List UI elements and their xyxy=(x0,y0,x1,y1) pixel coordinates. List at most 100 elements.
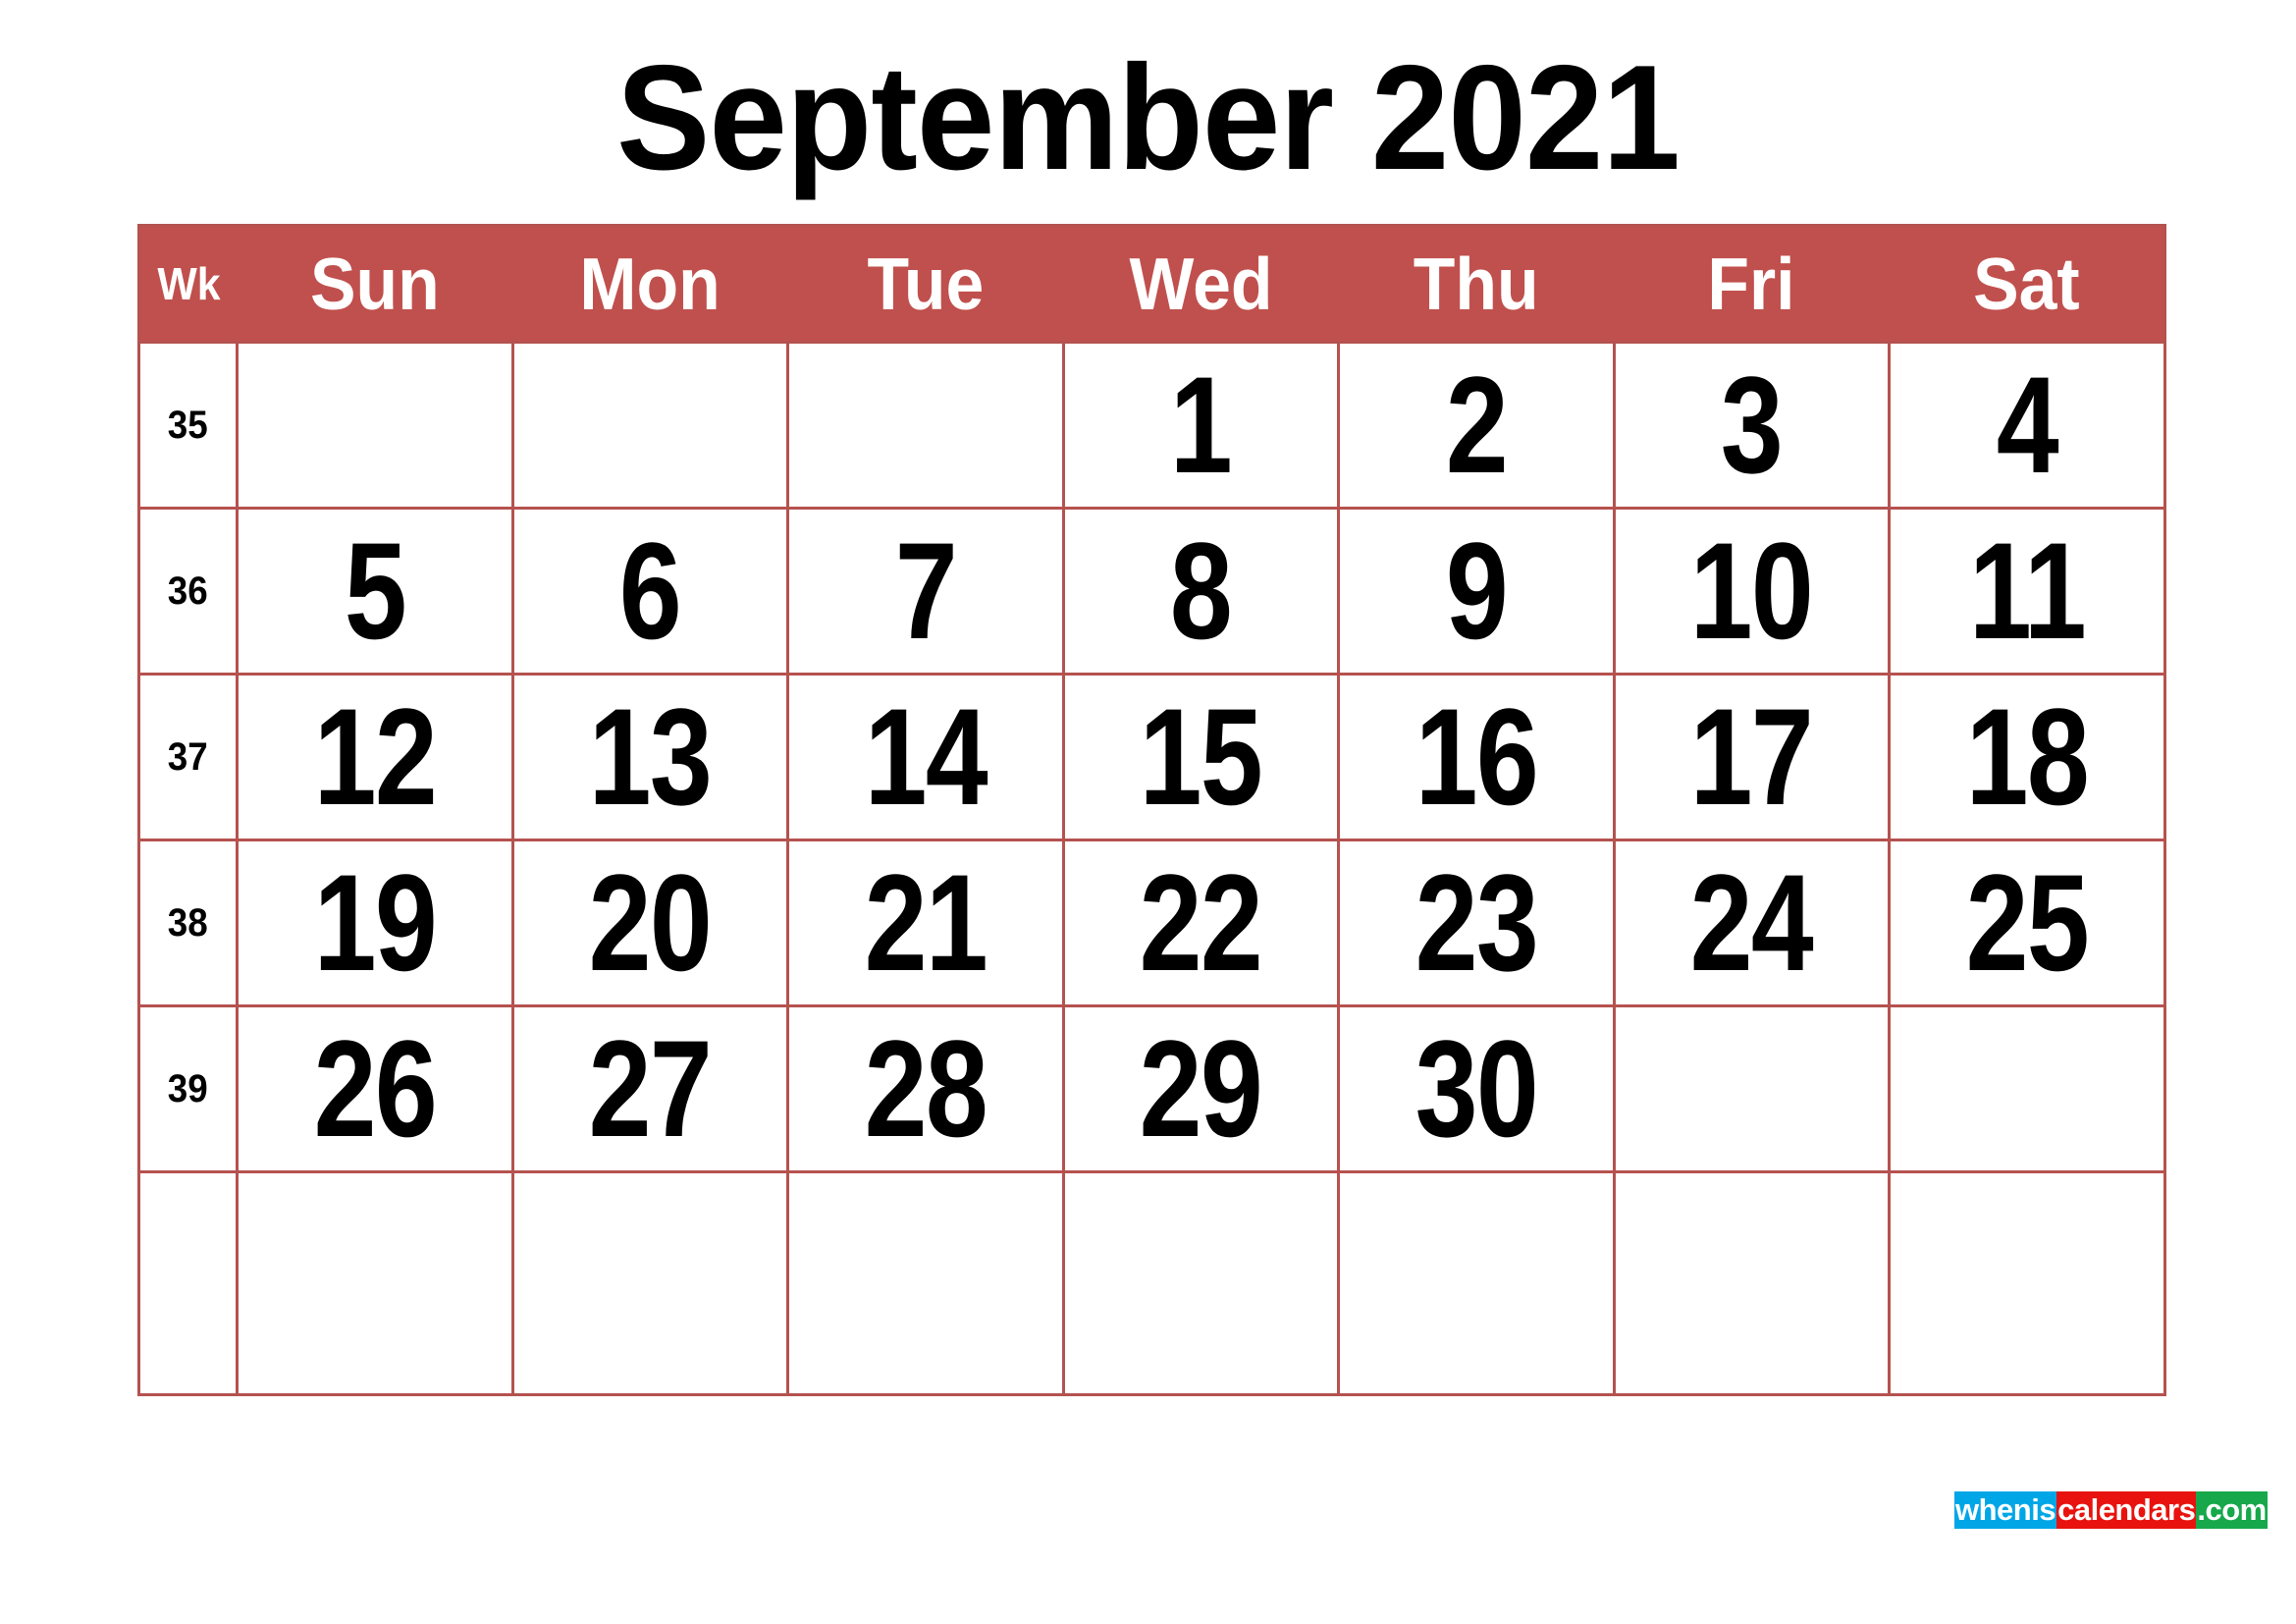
day-cell[interactable]: 1 xyxy=(1061,341,1340,510)
day-cell[interactable]: 25 xyxy=(1888,839,2166,1007)
day-cell[interactable]: 26 xyxy=(236,1004,514,1173)
day-number: 20 xyxy=(589,845,713,1000)
day-cell[interactable]: 20 xyxy=(510,839,789,1007)
watermark-part-com: .com xyxy=(2196,1491,2268,1529)
day-cell[interactable]: 16 xyxy=(1337,673,1616,841)
day-cell[interactable]: 19 xyxy=(236,839,514,1007)
day-header-label: Tue xyxy=(867,243,985,325)
day-header-fri: Fri xyxy=(1614,225,1890,343)
week-number-cell xyxy=(137,1170,239,1396)
day-cell[interactable]: 12 xyxy=(236,673,514,841)
day-cell[interactable] xyxy=(236,341,514,510)
day-cell[interactable]: 10 xyxy=(1612,507,1891,676)
day-header-mon: Mon xyxy=(512,225,788,343)
day-cell[interactable] xyxy=(786,1170,1065,1396)
day-cell[interactable]: 27 xyxy=(510,1004,789,1173)
day-number: 11 xyxy=(1968,514,2087,668)
day-cell[interactable] xyxy=(786,341,1065,510)
day-cell[interactable]: 6 xyxy=(510,507,789,676)
day-number: 16 xyxy=(1415,679,1539,834)
watermark-part-whenis: whenis xyxy=(1954,1491,2057,1529)
day-cell[interactable]: 22 xyxy=(1061,839,1340,1007)
day-cell[interactable] xyxy=(1337,1170,1616,1396)
day-cell[interactable]: 7 xyxy=(786,507,1065,676)
day-number: 2 xyxy=(1445,348,1509,502)
day-number: 12 xyxy=(313,679,438,834)
week-row: 37 12 13 14 15 16 17 18 xyxy=(137,673,2166,841)
day-number: 30 xyxy=(1415,1011,1539,1165)
week-number-cell: 35 xyxy=(137,341,239,510)
day-cell[interactable]: 14 xyxy=(786,673,1065,841)
day-header-label: Mon xyxy=(579,243,721,325)
week-column-header-label: Wk xyxy=(157,258,221,309)
week-number-cell: 37 xyxy=(137,673,239,841)
week-number: 36 xyxy=(168,568,208,613)
day-number: 19 xyxy=(313,845,438,1000)
day-of-week-row: Wk Sun Mon Tue Wed Thu Fri Sat xyxy=(138,225,2164,343)
day-cell[interactable]: 8 xyxy=(1061,507,1340,676)
week-number: 38 xyxy=(168,900,208,945)
day-number: 6 xyxy=(619,514,682,668)
week-number-cell: 39 xyxy=(137,1004,239,1173)
week-row: 35 1 2 3 4 xyxy=(137,341,2166,510)
calendar-grid: Wk Sun Mon Tue Wed Thu Fri Sat 35 1 2 3 … xyxy=(137,224,2166,1396)
day-number: 27 xyxy=(589,1011,713,1165)
day-header-label: Sun xyxy=(309,243,440,325)
day-header-tue: Tue xyxy=(787,225,1063,343)
day-cell[interactable] xyxy=(236,1170,514,1396)
day-cell[interactable]: 3 xyxy=(1612,341,1891,510)
day-header-wed: Wed xyxy=(1063,225,1339,343)
day-cell[interactable]: 21 xyxy=(786,839,1065,1007)
day-cell[interactable]: 15 xyxy=(1061,673,1340,841)
day-cell[interactable] xyxy=(510,1170,789,1396)
day-number: 3 xyxy=(1721,348,1784,502)
day-number: 13 xyxy=(589,679,713,834)
day-header-sun: Sun xyxy=(237,225,512,343)
day-cell[interactable]: 30 xyxy=(1337,1004,1616,1173)
day-cell[interactable] xyxy=(1888,1170,2166,1396)
day-number: 22 xyxy=(1140,845,1263,1000)
day-cell[interactable]: 4 xyxy=(1888,341,2166,510)
day-header-label: Fri xyxy=(1707,243,1795,325)
day-header-label: Thu xyxy=(1413,243,1539,325)
day-number: 15 xyxy=(1140,679,1263,834)
day-cell[interactable]: 13 xyxy=(510,673,789,841)
day-number: 25 xyxy=(1965,845,2090,1000)
week-row: 39 26 27 28 29 30 xyxy=(137,1004,2166,1173)
day-number: 14 xyxy=(864,679,988,834)
day-cell[interactable]: 28 xyxy=(786,1004,1065,1173)
day-header-label: Sat xyxy=(1972,243,2080,325)
day-cell[interactable] xyxy=(1612,1170,1891,1396)
day-number: 5 xyxy=(344,514,407,668)
day-number: 8 xyxy=(1170,514,1233,668)
day-number: 26 xyxy=(313,1011,438,1165)
day-cell[interactable]: 11 xyxy=(1888,507,2166,676)
site-watermark[interactable]: whenis calendars .com xyxy=(1954,1491,2268,1529)
day-header-sat: Sat xyxy=(1889,225,2164,343)
day-cell[interactable]: 9 xyxy=(1337,507,1616,676)
day-cell[interactable]: 23 xyxy=(1337,839,1616,1007)
week-number-cell: 38 xyxy=(137,839,239,1007)
day-cell[interactable]: 18 xyxy=(1888,673,2166,841)
week-number: 35 xyxy=(168,403,208,447)
day-cell[interactable] xyxy=(1888,1004,2166,1173)
day-cell[interactable]: 29 xyxy=(1061,1004,1340,1173)
day-number: 23 xyxy=(1415,845,1539,1000)
day-cell[interactable]: 24 xyxy=(1612,839,1891,1007)
week-column-header: Wk xyxy=(138,225,238,343)
day-cell[interactable]: 5 xyxy=(236,507,514,676)
day-number: 18 xyxy=(1965,679,2090,834)
day-cell[interactable]: 2 xyxy=(1337,341,1616,510)
day-cell[interactable] xyxy=(1061,1170,1340,1396)
day-cell[interactable]: 17 xyxy=(1612,673,1891,841)
day-number: 17 xyxy=(1690,679,1814,834)
day-number: 4 xyxy=(1996,348,2059,502)
day-cell[interactable] xyxy=(1612,1004,1891,1173)
week-row: 36 5 6 7 8 9 10 11 xyxy=(137,507,2166,676)
week-number: 39 xyxy=(168,1066,208,1110)
calendar-header: Wk Sun Mon Tue Wed Thu Fri Sat xyxy=(138,225,2164,343)
page-title: September 2021 xyxy=(616,34,1681,201)
day-number: 9 xyxy=(1445,514,1509,668)
day-cell[interactable] xyxy=(510,341,789,510)
calendar-body: 35 1 2 3 4 36 5 6 7 8 9 10 11 37 12 13 1… xyxy=(137,341,2166,1396)
